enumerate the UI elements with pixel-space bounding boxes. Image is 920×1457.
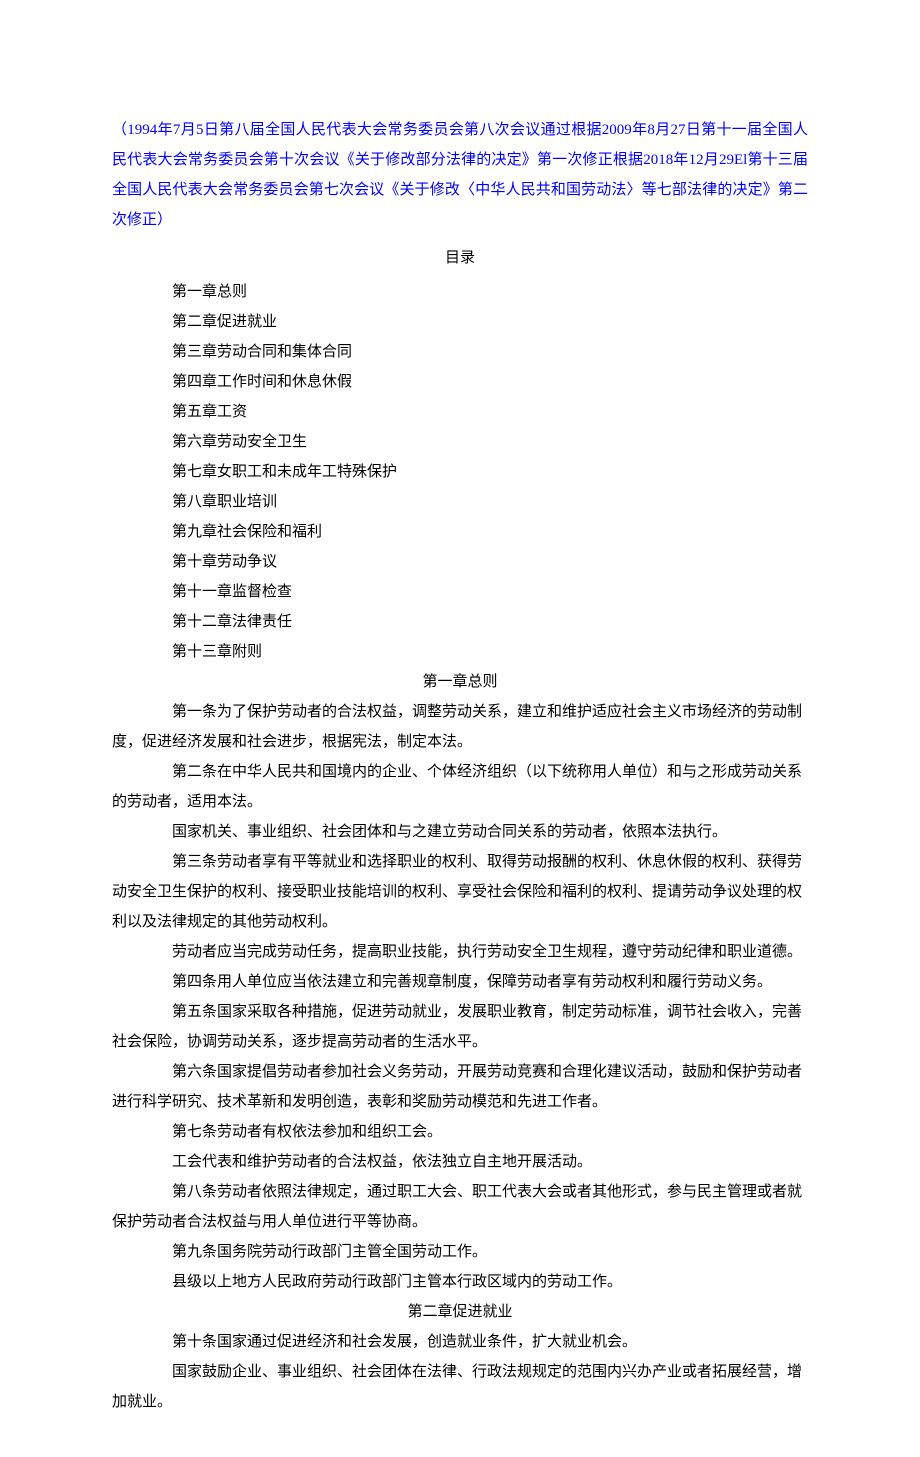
article-4: 第四条用人单位应当依法建立和完善规章制度，保障劳动者享有劳动权利和履行劳动义务。	[112, 967, 808, 997]
article-7: 第七条劳动者有权依法参加和组织工会。	[112, 1117, 808, 1147]
toc-item: 第九章社会保险和福利	[112, 517, 808, 547]
article-3-sub: 劳动者应当完成劳动任务，提高职业技能，执行劳动安全卫生规程，遵守劳动纪律和职业道…	[112, 937, 808, 967]
article-2: 第二条在中华人民共和国境内的企业、个体经济组织（以下统称用人单位）和与之形成劳动…	[112, 757, 808, 787]
article-7-sub: 工会代表和维护劳动者的合法权益，依法独立自主地开展活动。	[112, 1147, 808, 1177]
chapter-1-heading: 第一章总则	[112, 667, 808, 697]
revision-note: （1994年7月5日第八届全国人民代表大会常务委员会第八次会议通过根据2009年…	[112, 115, 808, 235]
toc-item: 第四章工作时间和休息休假	[112, 367, 808, 397]
article-8-cont: 保护劳动者合法权益与用人单位进行平等协商。	[112, 1207, 808, 1237]
toc-item: 第十一章监督检查	[112, 577, 808, 607]
article-10-sub: 国家鼓励企业、事业组织、社会团体在法律、行政法规规定的范围内兴办产业或者拓展经营…	[112, 1357, 808, 1387]
toc-item: 第七章女职工和未成年工特殊保护	[112, 457, 808, 487]
article-8: 第八条劳动者依照法律规定，通过职工大会、职工代表大会或者其他形式，参与民主管理或…	[112, 1177, 808, 1207]
article-5-cont: 社会保险，协调劳动关系，逐步提高劳动者的生活水平。	[112, 1027, 808, 1057]
toc-item: 第一章总则	[112, 277, 808, 307]
article-6: 第六条国家提倡劳动者参加社会义务劳动，开展劳动竞赛和合理化建议活动，鼓励和保护劳…	[112, 1057, 808, 1087]
article-3-cont: 动安全卫生保护的权利、接受职业技能培训的权利、享受社会保险和福利的权利、提请劳动…	[112, 877, 808, 907]
article-6-cont: 进行科学研究、技术革新和发明创造，表彰和奖励劳动模范和先进工作者。	[112, 1087, 808, 1117]
article-2-sub: 国家机关、事业组织、社会团体和与之建立劳动合同关系的劳动者，依照本法执行。	[112, 817, 808, 847]
article-5: 第五条国家采取各种措施，促进劳动就业，发展职业教育，制定劳动标准，调节社会收入，…	[112, 997, 808, 1027]
toc-title: 目录	[112, 243, 808, 273]
chapter-2-heading: 第二章促进就业	[112, 1297, 808, 1327]
toc-item: 第三章劳动合同和集体合同	[112, 337, 808, 367]
article-2-cont: 的劳动者，适用本法。	[112, 787, 808, 817]
toc-item: 第十三章附则	[112, 637, 808, 667]
article-3: 第三条劳动者享有平等就业和选择职业的权利、取得劳动报酬的权利、休息休假的权利、获…	[112, 847, 808, 877]
article-10-cont: 加就业。	[112, 1387, 808, 1417]
toc-item: 第十二章法律责任	[112, 607, 808, 637]
article-10: 第十条国家通过促进经济和社会发展，创造就业条件，扩大就业机会。	[112, 1327, 808, 1357]
article-9: 第九条国务院劳动行政部门主管全国劳动工作。	[112, 1237, 808, 1267]
toc-item: 第二章促进就业	[112, 307, 808, 337]
toc-item: 第五章工资	[112, 397, 808, 427]
toc-list: 第一章总则 第二章促进就业 第三章劳动合同和集体合同 第四章工作时间和休息休假 …	[112, 277, 808, 667]
article-9-sub: 县级以上地方人民政府劳动行政部门主管本行政区域内的劳动工作。	[112, 1267, 808, 1297]
article-3-cont: 利以及法律规定的其他劳动权利。	[112, 907, 808, 937]
toc-item: 第六章劳动安全卫生	[112, 427, 808, 457]
toc-item: 第十章劳动争议	[112, 547, 808, 577]
article-1: 第一条为了保护劳动者的合法权益，调整劳动关系，建立和维护适应社会主义市场经济的劳…	[112, 697, 808, 727]
article-1-cont: 度，促进经济发展和社会进步，根据宪法，制定本法。	[112, 727, 808, 757]
toc-item: 第八章职业培训	[112, 487, 808, 517]
